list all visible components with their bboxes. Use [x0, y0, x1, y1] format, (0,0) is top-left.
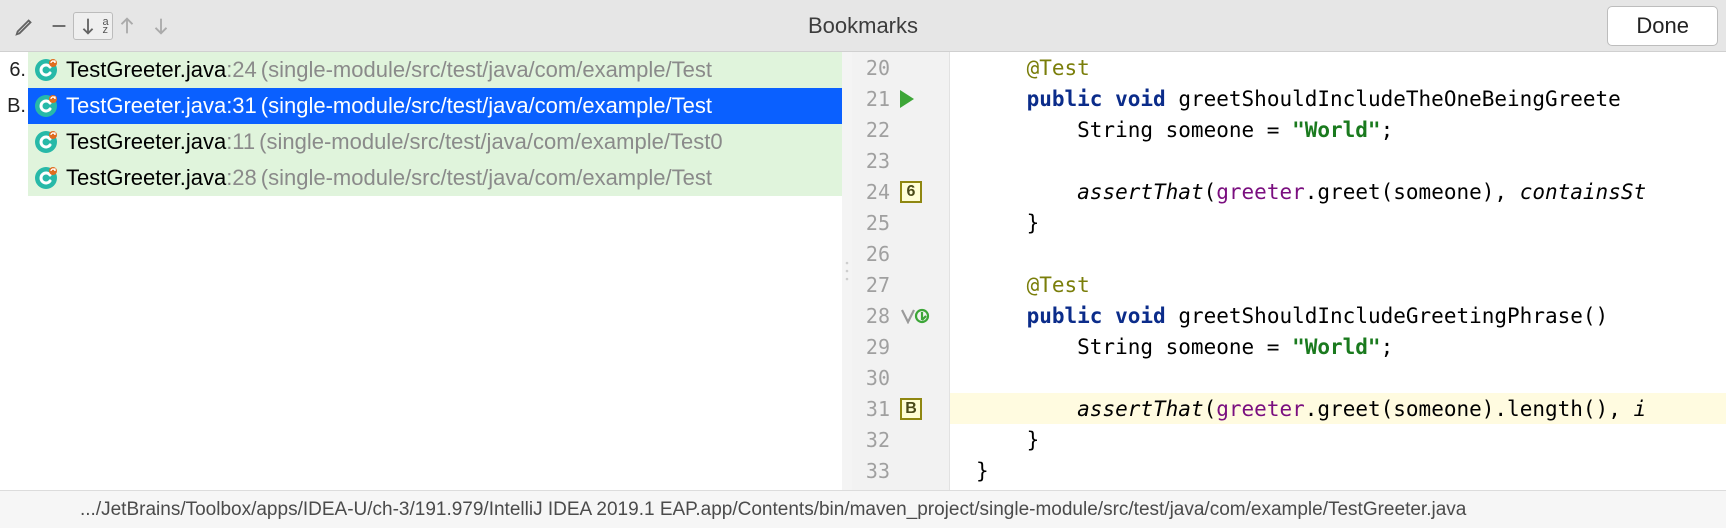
code-line: } [950, 455, 1726, 486]
panel-title: Bookmarks [0, 13, 1726, 39]
code-line: } [950, 207, 1726, 238]
line-number: 27 [852, 273, 896, 297]
code-line [950, 238, 1726, 269]
line-number: 26 [852, 242, 896, 266]
line-number: 32 [852, 428, 896, 452]
class-icon [34, 130, 58, 154]
bookmark-line: :11 [226, 129, 255, 155]
bookmark-row[interactable]: B. TestGreeter.java:31 (single-module/src… [0, 88, 842, 124]
status-bar: .../JetBrains/Toolbox/apps/IDEA-U/ch-3/1… [0, 490, 1726, 528]
code-line [950, 362, 1726, 393]
editor-code[interactable]: @Test public void greetShouldIncludeTheO… [950, 52, 1726, 490]
code-line [950, 145, 1726, 176]
line-number: 33 [852, 459, 896, 483]
code-line: public void greetShouldIncludeGreetingPh… [950, 300, 1726, 331]
bookmark-mnemonic: 6. [0, 59, 28, 82]
bookmark-path: (single-module/src/test/java/com/example… [261, 93, 712, 119]
bookmark-file: TestGreeter.java [66, 93, 226, 119]
editor-gutter: 20 21 22 23 24625 26 27 28 29 30 31B32 33 [852, 52, 950, 490]
line-number: 23 [852, 149, 896, 173]
main-split: 6.TestGreeter.java:24 (single-module/src… [0, 52, 1726, 490]
class-icon [34, 58, 58, 82]
remove-icon[interactable] [42, 9, 76, 43]
line-number: 20 [852, 56, 896, 80]
done-button[interactable]: Done [1607, 6, 1718, 46]
bookmark-path: (single-module/src/test/java/com/example… [261, 57, 712, 83]
bookmark-line: :28 [226, 165, 257, 191]
bookmarks-list[interactable]: 6.TestGreeter.java:24 (single-module/src… [0, 52, 842, 490]
code-line: } [950, 424, 1726, 455]
line-number: 22 [852, 118, 896, 142]
run-gutter-icon[interactable] [900, 90, 914, 108]
bookmark-file: TestGreeter.java [66, 165, 226, 191]
line-number: 29 [852, 335, 896, 359]
status-path: .../JetBrains/Toolbox/apps/IDEA-U/ch-3/1… [80, 499, 1466, 521]
code-line: assertThat(greeter.greet(someone).length… [950, 393, 1726, 424]
class-icon [34, 166, 58, 190]
line-number: 21 [852, 87, 896, 111]
move-down-icon[interactable] [144, 9, 178, 43]
class-icon [34, 94, 58, 118]
code-line: public void greetShouldIncludeTheOneBein… [950, 83, 1726, 114]
override-gutter-icon[interactable] [900, 308, 930, 324]
bookmark-line: :31 [226, 93, 257, 119]
bookmark-path: (single-module/src/test/java/com/example… [259, 129, 722, 155]
bookmark-row[interactable]: TestGreeter.java:11 (single-module/src/t… [0, 124, 842, 160]
line-number: 28 [852, 304, 896, 328]
move-up-icon[interactable] [110, 9, 144, 43]
bookmark-file: TestGreeter.java [66, 129, 226, 155]
line-number: 25 [852, 211, 896, 235]
bookmarks-toolbar: az Bookmarks Done [0, 0, 1726, 52]
bookmark-path: (single-module/src/test/java/com/example… [261, 165, 712, 191]
mnemonic-gutter-icon[interactable]: B [900, 398, 922, 420]
edit-icon[interactable] [8, 9, 42, 43]
code-line: assertThat(greeter.greet(someone), conta… [950, 176, 1726, 207]
bookmark-line: :24 [226, 57, 257, 83]
bookmark-row[interactable]: TestGreeter.java:28 (single-module/src/t… [0, 160, 842, 196]
code-line: @Test [950, 269, 1726, 300]
mnemonic-gutter-icon[interactable]: 6 [900, 181, 922, 203]
bookmark-mnemonic: B. [0, 95, 28, 118]
bookmark-row[interactable]: 6. TestGreeter.java:24 (single-module/src… [0, 52, 842, 88]
preview-editor: 20 21 22 23 24625 26 27 28 29 30 31B32 33 @Test pub… [852, 52, 1726, 490]
line-number: 24 [852, 180, 896, 204]
sort-az-icon[interactable]: az [76, 9, 110, 43]
splitter[interactable] [842, 52, 852, 490]
code-line: String someone = "World"; [950, 114, 1726, 145]
code-line: String someone = "World"; [950, 331, 1726, 362]
code-line: @Test [950, 52, 1726, 83]
line-number: 31 [852, 397, 896, 421]
line-number: 30 [852, 366, 896, 390]
bookmark-file: TestGreeter.java [66, 57, 226, 83]
